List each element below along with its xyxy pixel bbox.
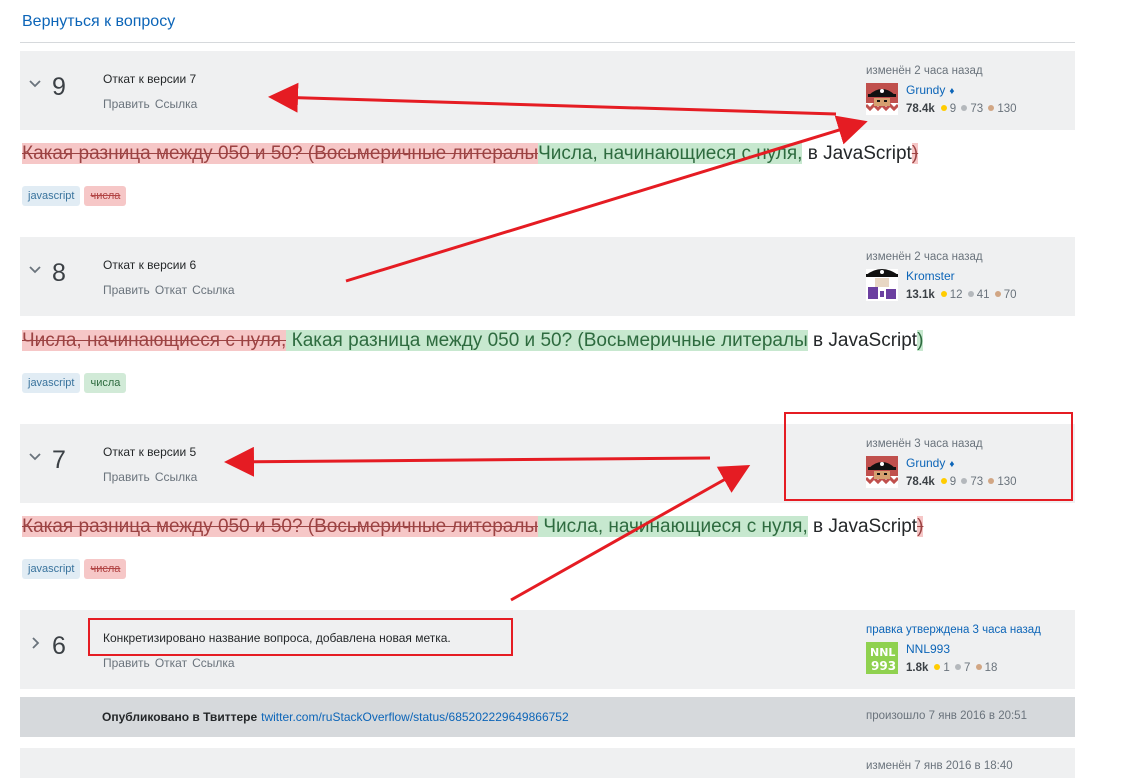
- revision-comment: Конкретизировано название вопроса, добав…: [103, 631, 451, 645]
- revision-7: 7 Откат к версии 5 Править Ссылка изменён…: [20, 424, 1075, 503]
- edit-link[interactable]: Править: [103, 656, 150, 670]
- rollback-link[interactable]: Откат: [155, 656, 187, 670]
- revision-actions: Править Откат Ссылка: [103, 656, 240, 670]
- revision-number: 9: [52, 73, 66, 101]
- revision-time: изменён 2 часа назад: [866, 65, 983, 77]
- revision-number: 6: [52, 632, 66, 660]
- user-link[interactable]: Grundy ♦: [906, 83, 954, 97]
- gold-badge-icon: [940, 478, 947, 484]
- revision-comment: Откат к версии 7: [103, 72, 197, 86]
- link-link[interactable]: Ссылка: [192, 656, 234, 670]
- moderator-diamond-icon: ♦: [949, 459, 955, 470]
- revision-actions: Править Ссылка: [103, 97, 202, 111]
- revision-time: изменён 7 янв 2016 в 18:40: [866, 760, 1013, 772]
- tag[interactable]: javascript: [22, 559, 81, 579]
- edit-link[interactable]: Править: [103, 97, 150, 111]
- silver-badge-icon: [961, 105, 968, 111]
- divider: [20, 42, 1075, 43]
- tag-deleted[interactable]: числа: [84, 559, 127, 579]
- revision-8: 8 Откат к версии 6 Править Откат Ссылка из…: [20, 237, 1075, 316]
- user-reputation: 78.4k 9 73 130: [906, 103, 1017, 115]
- gold-badge-icon: [934, 664, 941, 670]
- bronze-badge-icon: [988, 105, 995, 111]
- gold-badge-icon: [940, 105, 947, 111]
- chevron-down-icon[interactable]: [28, 77, 42, 91]
- revision-time: изменён 3 часа назад: [866, 438, 983, 450]
- revision-time[interactable]: правка утверждена 3 часа назад: [866, 624, 1041, 636]
- gold-badge-icon: [940, 291, 947, 297]
- user-link[interactable]: Grundy ♦: [906, 456, 954, 470]
- title-diff: Какая разница между 050 и 50? (Восьмерич…: [22, 516, 924, 537]
- user-reputation: 13.1k 12 41 70: [906, 289, 1017, 301]
- revision-9: 9 Откат к версии 7 Править Ссылка изменён…: [20, 51, 1075, 130]
- tag-deleted[interactable]: числа: [84, 186, 127, 206]
- chevron-right-icon[interactable]: [28, 636, 42, 650]
- back-to-question-link[interactable]: Вернуться к вопросу: [22, 13, 175, 31]
- tag-list: javascript числа: [22, 186, 130, 206]
- bronze-badge-icon: [988, 478, 995, 484]
- revision-row-partial: изменён 7 янв 2016 в 18:40: [20, 748, 1075, 778]
- revision-actions: Править Откат Ссылка: [103, 283, 240, 297]
- revision-number: 7: [52, 446, 66, 474]
- revision-actions: Править Ссылка: [103, 470, 202, 484]
- revision-6: 6 Конкретизировано название вопроса, доб…: [20, 610, 1075, 689]
- user-link[interactable]: NNL993: [906, 642, 950, 656]
- revision-comment: Откат к версии 6: [103, 258, 197, 272]
- bronze-badge-icon: [975, 664, 982, 670]
- bronze-badge-icon: [994, 291, 1001, 297]
- moderator-diamond-icon: ♦: [949, 86, 955, 97]
- user-reputation: 1.8k 1 7 18: [906, 662, 998, 674]
- twitter-label: Опубликовано в Твиттере twitter.com/ruSta…: [102, 710, 569, 724]
- tag-list: javascript числа: [22, 373, 130, 393]
- revision-number: 8: [52, 259, 66, 287]
- chevron-down-icon[interactable]: [28, 263, 42, 277]
- link-link[interactable]: Ссылка: [192, 283, 234, 297]
- link-link[interactable]: Ссылка: [155, 97, 197, 111]
- event-time: произошло 7 янв 2016 в 20:51: [866, 710, 1027, 722]
- tag-inserted[interactable]: числа: [84, 373, 127, 393]
- avatar[interactable]: [866, 265, 898, 301]
- title-diff: Какая разница между 050 и 50? (Восьмерич…: [22, 143, 919, 164]
- avatar[interactable]: [866, 456, 898, 488]
- chevron-down-icon[interactable]: [28, 450, 42, 464]
- avatar[interactable]: [866, 83, 898, 115]
- link-link[interactable]: Ссылка: [155, 470, 197, 484]
- user-reputation: 78.4k 9 73 130: [906, 476, 1017, 488]
- title-diff: Числа, начинающиеся с нуля, Какая разниц…: [22, 330, 924, 351]
- silver-badge-icon: [961, 478, 968, 484]
- edit-link[interactable]: Править: [103, 283, 150, 297]
- silver-badge-icon: [955, 664, 961, 670]
- svg-text:993: 993: [871, 659, 896, 673]
- rollback-link[interactable]: Откат: [155, 283, 187, 297]
- tag[interactable]: javascript: [22, 373, 81, 393]
- twitter-link[interactable]: twitter.com/ruStackOverflow/status/68520…: [261, 710, 569, 724]
- avatar[interactable]: NNL 993: [866, 642, 898, 674]
- revision-time: изменён 2 часа назад: [866, 251, 983, 263]
- silver-badge-icon: [967, 291, 974, 297]
- user-link[interactable]: Kromster: [906, 269, 955, 283]
- edit-link[interactable]: Править: [103, 470, 150, 484]
- svg-text:NNL: NNL: [870, 646, 895, 659]
- tag-list: javascript числа: [22, 559, 130, 579]
- twitter-event-row: Опубликовано в Твиттере twitter.com/ruSta…: [20, 697, 1075, 737]
- revision-comment: Откат к версии 5: [103, 445, 197, 459]
- tag[interactable]: javascript: [22, 186, 81, 206]
